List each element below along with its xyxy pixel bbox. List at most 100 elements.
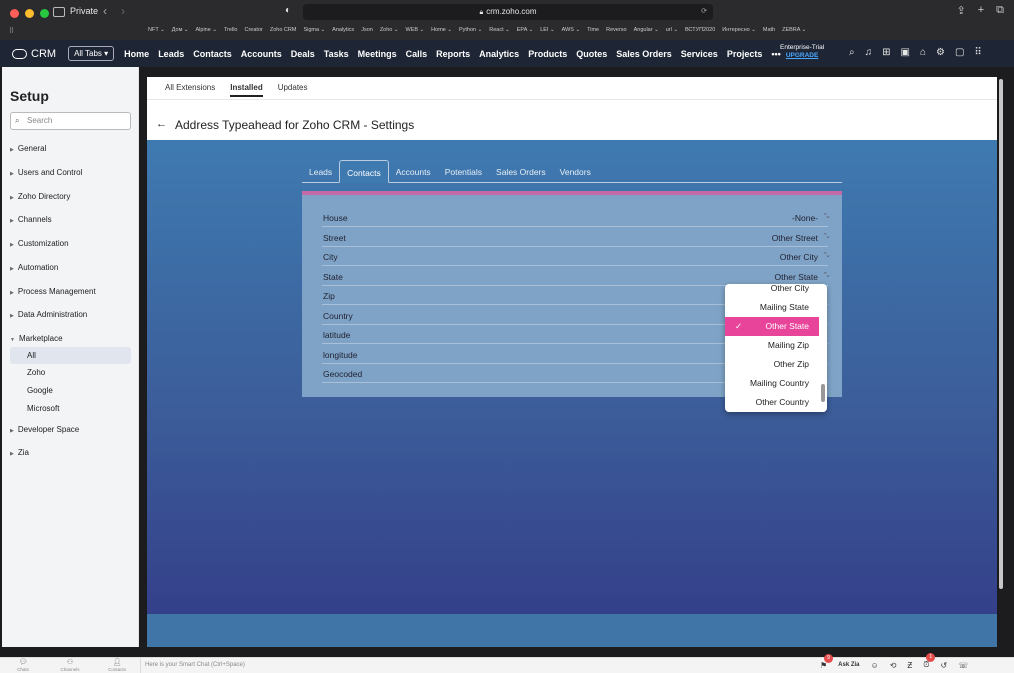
menu-item-meetings[interactable]: Meetings <box>358 49 397 59</box>
sidebar-toggle-icon[interactable] <box>53 7 65 17</box>
close-window-button[interactable] <box>10 9 19 18</box>
feedback-icon[interactable]: ☏ <box>958 661 968 670</box>
smart-chat-input[interactable]: Here is your Smart Chat (Ctrl+Space) <box>140 658 810 673</box>
menu-item-reports[interactable]: Reports <box>436 49 470 59</box>
back-arrow-icon[interactable]: ← <box>156 118 167 130</box>
menu-item-tasks[interactable]: Tasks <box>324 49 349 59</box>
bottom-channels-button[interactable]: ⚇ Channels <box>55 659 85 672</box>
dropdown-scrollbar[interactable] <box>821 384 825 402</box>
marketplace-sub-zoho[interactable]: Zoho <box>10 364 131 381</box>
select-arrows-icon[interactable]: ⌃⌄ <box>822 212 831 220</box>
menu-item-analytics[interactable]: Analytics <box>479 49 519 59</box>
object-tab-contacts[interactable]: Contacts <box>339 160 389 183</box>
setup-item-customization[interactable]: ▶ Customization <box>10 239 69 248</box>
ask-zia-button[interactable]: Ask Zia <box>838 662 859 668</box>
help-icon[interactable]: ⟲ <box>890 661 897 670</box>
history-icon[interactable]: ↺ <box>941 661 948 670</box>
bookmark-item[interactable]: url ⌄ <box>666 27 678 33</box>
alarm-icon[interactable]: ⏰︎ 1 <box>923 653 936 670</box>
setup-search-input[interactable]: ⌕ Search <box>10 112 131 130</box>
tab-installed[interactable]: Installed <box>230 83 263 97</box>
bookmark-item[interactable]: Angular ⌄ <box>634 27 659 33</box>
bottom-chats-button[interactable]: 💬︎ Chats <box>8 659 38 672</box>
bookmark-item[interactable]: Math <box>763 27 775 33</box>
add-record-icon[interactable]: ⊞ <box>882 47 890 58</box>
new-tab-icon[interactable]: + <box>978 4 984 17</box>
bookmark-item[interactable]: Trello <box>224 27 238 33</box>
upgrade-link[interactable]: UPGRADE <box>780 52 824 60</box>
marketplace-sub-google[interactable]: Google <box>10 382 131 399</box>
menu-item-services[interactable]: Services <box>681 49 718 59</box>
setup-item-general[interactable]: ▶ General <box>10 144 46 153</box>
select-arrows-icon[interactable]: ⌃⌄ <box>822 251 831 259</box>
setup-item-zoho-directory[interactable]: ▶ Zoho Directory <box>10 192 70 201</box>
field-select-value[interactable]: Other Street <box>772 233 818 243</box>
marketplace-sub-microsoft[interactable]: Microsoft <box>10 400 131 417</box>
url-bar[interactable]: 🔒︎ crm.zoho.com ⟳ <box>303 4 713 20</box>
bookmark-item[interactable]: Zoho CRM <box>270 27 297 33</box>
field-select-value[interactable]: -None- <box>792 213 818 223</box>
reload-icon[interactable]: ⟳ <box>701 4 707 20</box>
bookmark-item[interactable]: AWS ⌄ <box>562 27 580 33</box>
field-select-value[interactable]: Other City <box>780 252 818 262</box>
field-select-value[interactable]: Other State <box>775 272 818 282</box>
setup-item-automation[interactable]: ▶ Automation <box>10 263 58 272</box>
object-tab-accounts[interactable]: Accounts <box>389 160 438 182</box>
bookmark-item[interactable]: Json <box>361 27 373 33</box>
menu-item-products[interactable]: Products <box>528 49 567 59</box>
bookmark-item[interactable]: EPA ⌄ <box>517 27 533 33</box>
bell-icon[interactable]: ♫ <box>865 47 873 58</box>
menu-item-accounts[interactable]: Accounts <box>241 49 282 59</box>
bookmark-item[interactable]: NFT ⌄ <box>148 27 165 33</box>
shield-icon[interactable]: ◐ <box>285 5 291 16</box>
dropdown-option[interactable]: Other Country <box>725 393 819 412</box>
bookmark-item[interactable]: Reverso <box>606 27 626 33</box>
zia-icon[interactable]: Ƶ <box>907 661 912 670</box>
bookmarks-grid-icon[interactable]: ⠿ <box>9 27 14 35</box>
dropdown-option[interactable]: Other City <box>725 284 819 298</box>
bookmark-item[interactable]: Zoho ⌄ <box>380 27 399 33</box>
share-icon[interactable]: ⇪ <box>956 4 965 17</box>
bookmark-item[interactable]: Analytics <box>332 27 354 33</box>
back-arrow-icon[interactable]: ‹ <box>103 4 107 18</box>
bookmark-item[interactable]: Creator <box>245 27 263 33</box>
setup-item-users-and-control[interactable]: ▶ Users and Control <box>10 168 82 177</box>
zoom-window-button[interactable] <box>40 9 49 18</box>
menu-item-quotes[interactable]: Quotes <box>576 49 607 59</box>
setup-item-data-administration[interactable]: ▶ Data Administration <box>10 310 87 319</box>
marketplace-icon[interactable]: ⌂ <box>920 47 926 58</box>
object-tab-vendors[interactable]: Vendors <box>553 160 598 182</box>
object-tab-potentials[interactable]: Potentials <box>438 160 489 182</box>
avatar[interactable]: ▢ <box>955 47 964 58</box>
setup-item-channels[interactable]: ▶ Channels <box>10 215 52 224</box>
bookmark-item[interactable]: ZEBRA ⌄ <box>782 27 806 33</box>
dropdown-option[interactable]: ✓ Other State <box>725 317 819 336</box>
bookmark-item[interactable]: Time <box>587 27 599 33</box>
setup-item-developer-space[interactable]: ▶ Developer Space <box>10 425 79 434</box>
bookmark-item[interactable]: Интересно ⌄ <box>722 27 756 33</box>
smiley-icon[interactable]: ☺ <box>871 661 879 670</box>
apps-grid-icon[interactable]: ⠿ <box>974 47 981 58</box>
menu-item-contacts[interactable]: Contacts <box>193 49 232 59</box>
select-arrows-icon[interactable]: ⌃⌄ <box>822 271 831 279</box>
menu-item-sales-orders[interactable]: Sales Orders <box>616 49 672 59</box>
bookmark-item[interactable]: Дом ⌄ <box>172 27 189 33</box>
bookmark-item[interactable]: Alpine ⌄ <box>196 27 217 33</box>
bookmark-item[interactable]: Sigma ⌄ <box>303 27 325 33</box>
menu-item-leads[interactable]: Leads <box>158 49 184 59</box>
crm-logo[interactable]: CRM <box>12 48 56 60</box>
minimize-window-button[interactable] <box>25 9 34 18</box>
bookmark-item[interactable]: Python ⌄ <box>459 27 482 33</box>
bookmark-item[interactable]: ВСТУП2020 <box>685 27 715 33</box>
bookmark-item[interactable]: WEB ⌄ <box>406 27 425 33</box>
all-tabs-button[interactable]: All Tabs ▾ <box>68 46 115 61</box>
tab-all-extensions[interactable]: All Extensions <box>165 83 215 97</box>
forward-arrow-icon[interactable]: › <box>121 4 125 18</box>
object-tab-leads[interactable]: Leads <box>302 160 339 182</box>
select-arrows-icon[interactable]: ⌃⌄ <box>822 232 831 240</box>
bookmark-item[interactable]: LEI ⌄ <box>540 27 554 33</box>
menu-item-calls[interactable]: Calls <box>406 49 428 59</box>
setup-item-zia[interactable]: ▶ Zia <box>10 448 29 457</box>
object-tab-sales-orders[interactable]: Sales Orders <box>489 160 553 182</box>
setup-item-process-management[interactable]: ▶ Process Management <box>10 287 96 296</box>
